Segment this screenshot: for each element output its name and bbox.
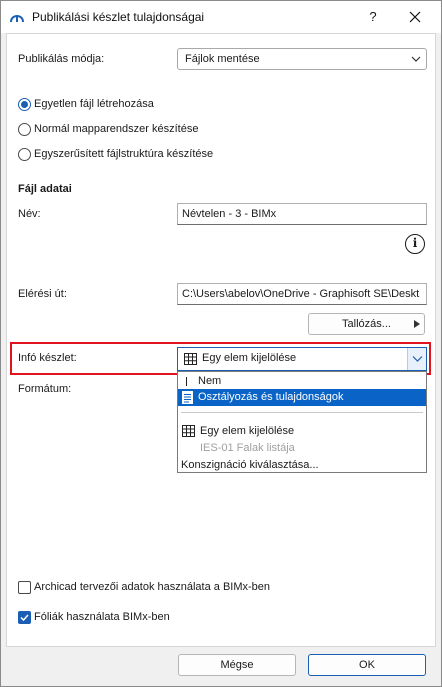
chevron-down-icon bbox=[411, 56, 421, 62]
list-item-label: Konszignáció kiválasztása... bbox=[181, 459, 319, 471]
list-item-schedule: IES-01 Falak listája bbox=[178, 440, 426, 457]
info-icon[interactable]: i bbox=[405, 234, 425, 254]
radio-normal-folders-label[interactable]: Normál mapparendszer készítése bbox=[34, 123, 198, 135]
info-set-select[interactable]: Egy elem kijelölése bbox=[177, 347, 427, 371]
archicad-data-checkbox-label[interactable]: Archicad tervezői adatok használata a BI… bbox=[34, 581, 270, 593]
publish-mode-value: Fájlok mentése bbox=[185, 53, 260, 65]
radio-single-file[interactable] bbox=[18, 98, 31, 111]
list-item-label: IES-01 Falak listája bbox=[200, 442, 295, 454]
info-set-value: Egy elem kijelölése bbox=[202, 352, 297, 364]
name-label: Név: bbox=[18, 208, 41, 220]
list-item-label: Egy elem kijelölése bbox=[200, 425, 295, 437]
grid-icon bbox=[182, 425, 195, 437]
title-bar: Publikálási készlet tulajdonságai ? bbox=[1, 1, 441, 33]
info-set-dropdown-button[interactable] bbox=[407, 348, 426, 370]
help-button[interactable]: ? bbox=[359, 5, 387, 29]
window-title: Publikálási készlet tulajdonságai bbox=[32, 10, 205, 24]
radio-simplified-structure-label[interactable]: Egyszerűsített fájlstruktúra készítése bbox=[34, 148, 213, 160]
layers-checkbox[interactable] bbox=[18, 611, 31, 624]
path-input[interactable]: C:\Users\abelov\OneDrive - Graphisoft SE… bbox=[177, 283, 427, 305]
radio-simplified-structure[interactable] bbox=[18, 148, 31, 161]
publish-mode-select[interactable]: Fájlok mentése bbox=[177, 48, 427, 70]
grid-icon bbox=[184, 353, 197, 365]
archicad-data-checkbox[interactable] bbox=[18, 581, 31, 594]
radio-single-file-label[interactable]: Egyetlen fájl létrehozása bbox=[34, 98, 154, 110]
browse-button-label: Tallózás... bbox=[342, 318, 391, 330]
list-item-classification[interactable]: Osztályozás és tulajdonságok bbox=[178, 389, 426, 406]
text-cursor-icon bbox=[186, 377, 187, 386]
dialog-window: Publikálási készlet tulajdonságai ? Publ… bbox=[0, 0, 442, 687]
file-data-heading: Fájl adatai bbox=[18, 183, 72, 195]
radio-normal-folders[interactable] bbox=[18, 123, 31, 136]
list-item-choose-schedule[interactable]: Konszignáció kiválasztása... bbox=[178, 457, 426, 474]
browse-button[interactable]: Tallózás... bbox=[308, 313, 425, 335]
ok-button[interactable]: OK bbox=[308, 654, 426, 676]
path-label: Elérési út: bbox=[18, 288, 67, 300]
archicad-logo-icon bbox=[10, 15, 24, 23]
layers-checkbox-label[interactable]: Fóliák használata BIMx-ben bbox=[34, 611, 170, 623]
list-item-nem[interactable]: Nem bbox=[178, 373, 426, 390]
list-item-label: Nem bbox=[198, 375, 222, 387]
document-icon bbox=[182, 391, 193, 404]
name-input[interactable]: Névtelen - 3 - BIMx bbox=[177, 203, 427, 225]
close-icon[interactable] bbox=[401, 5, 429, 29]
chevron-down-icon bbox=[412, 356, 423, 362]
format-label: Formátum: bbox=[18, 383, 72, 395]
list-item-single-element[interactable]: Egy elem kijelölése bbox=[178, 423, 426, 440]
info-set-dropdown-list: Nem Osztályozás és tulajdonságok Egy ele… bbox=[177, 371, 427, 473]
list-divider bbox=[181, 412, 423, 413]
checkmark-icon bbox=[20, 614, 29, 622]
caret-right-icon bbox=[414, 320, 420, 328]
list-item-label: Osztályozás és tulajdonságok bbox=[198, 391, 344, 403]
info-set-label: Infó készlet: bbox=[18, 352, 77, 364]
cancel-button[interactable]: Mégse bbox=[178, 654, 296, 676]
publish-mode-label: Publikálás módja: bbox=[18, 53, 105, 65]
